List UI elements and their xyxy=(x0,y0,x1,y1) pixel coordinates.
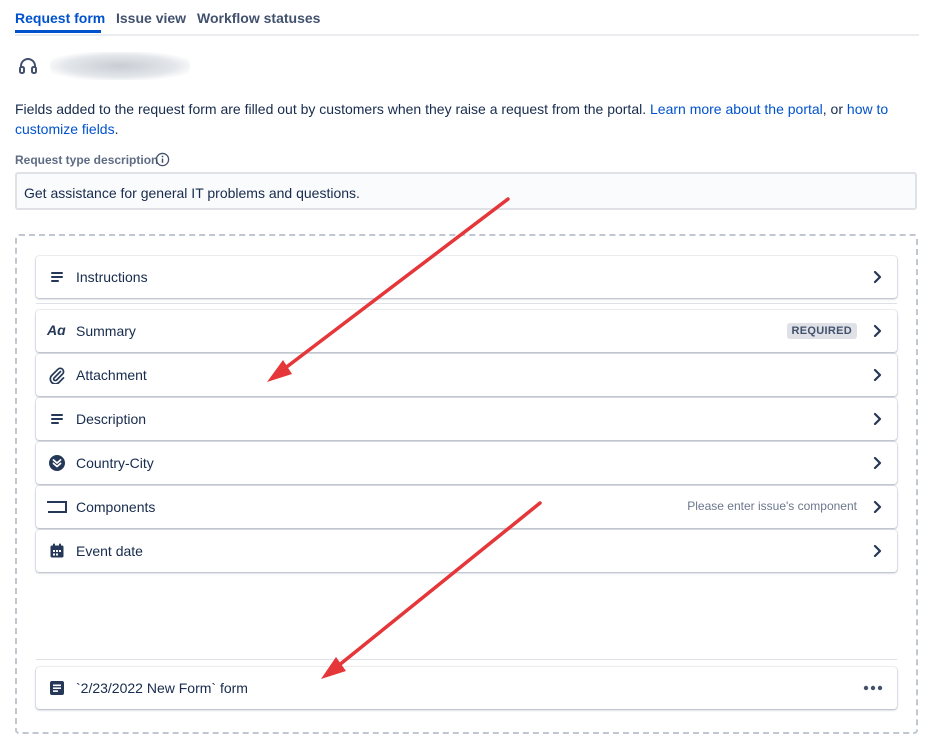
field-row-country-city[interactable]: Country-City xyxy=(36,442,897,484)
field-label: Event date xyxy=(76,543,143,559)
field-placeholder-hint: Please enter issue's component xyxy=(687,499,857,513)
chevron-right-icon xyxy=(873,368,882,382)
field-label: Components xyxy=(76,499,156,515)
request-type-name-blurred xyxy=(50,52,190,80)
tab-bar: Request form Issue view Workflow statuse… xyxy=(15,0,919,36)
text-style-icon: Aɑ xyxy=(47,322,66,338)
field-label: Description xyxy=(76,411,147,427)
chevron-right-icon xyxy=(873,324,882,338)
learn-more-portal-link[interactable]: Learn more about the portal xyxy=(650,101,823,117)
field-row-description[interactable]: Description xyxy=(36,398,897,440)
section-divider xyxy=(36,303,897,304)
tab-workflow-statuses[interactable]: Workflow statuses xyxy=(197,10,320,26)
paperclip-icon xyxy=(49,367,65,384)
form-row[interactable]: `2/23/2022 New Form` form xyxy=(36,667,897,709)
chevron-right-icon xyxy=(873,270,882,284)
form-icon xyxy=(50,681,64,695)
field-row-summary[interactable]: Aɑ Summary REQUIRED xyxy=(36,310,897,352)
component-icon xyxy=(47,501,67,513)
form-label: `2/23/2022 New Form` form xyxy=(76,680,248,696)
chevron-right-icon xyxy=(873,412,882,426)
request-type-description-value: Get assistance for general IT problems a… xyxy=(24,185,360,201)
text-lines-icon xyxy=(51,272,63,282)
info-icon[interactable] xyxy=(155,152,170,167)
chevron-right-icon xyxy=(873,544,882,558)
field-row-event-date[interactable]: Event date xyxy=(36,530,897,572)
text-lines-icon xyxy=(51,414,63,424)
field-row-components[interactable]: Components Please enter issue's componen… xyxy=(36,486,897,528)
request-type-description-label: Request type description xyxy=(15,153,159,167)
calendar-icon xyxy=(50,543,64,558)
required-badge: REQUIRED xyxy=(786,323,857,339)
field-label: Attachment xyxy=(76,367,147,383)
field-label: Instructions xyxy=(76,269,148,285)
tab-issue-view[interactable]: Issue view xyxy=(116,10,186,26)
how-to-link-part[interactable]: how to xyxy=(847,101,888,117)
more-actions-icon[interactable] xyxy=(863,685,883,691)
field-row-attachment[interactable]: Attachment xyxy=(36,354,897,396)
chevron-right-icon xyxy=(873,456,882,470)
field-label: Country-City xyxy=(76,455,154,471)
active-tab-indicator xyxy=(15,30,101,33)
request-type-description-field[interactable]: Get assistance for general IT problems a… xyxy=(15,172,917,210)
tab-request-form[interactable]: Request form xyxy=(15,10,105,26)
customize-fields-link[interactable]: customize fields xyxy=(15,121,115,137)
headset-icon xyxy=(19,58,37,74)
forms-divider xyxy=(36,659,897,660)
form-intro-text: Fields added to the request form are fil… xyxy=(15,101,889,137)
chevron-right-icon xyxy=(873,500,882,514)
cascading-select-icon xyxy=(49,455,65,471)
request-type-header xyxy=(18,46,218,86)
field-label: Summary xyxy=(76,323,136,339)
field-row-instructions[interactable]: Instructions xyxy=(36,256,897,298)
